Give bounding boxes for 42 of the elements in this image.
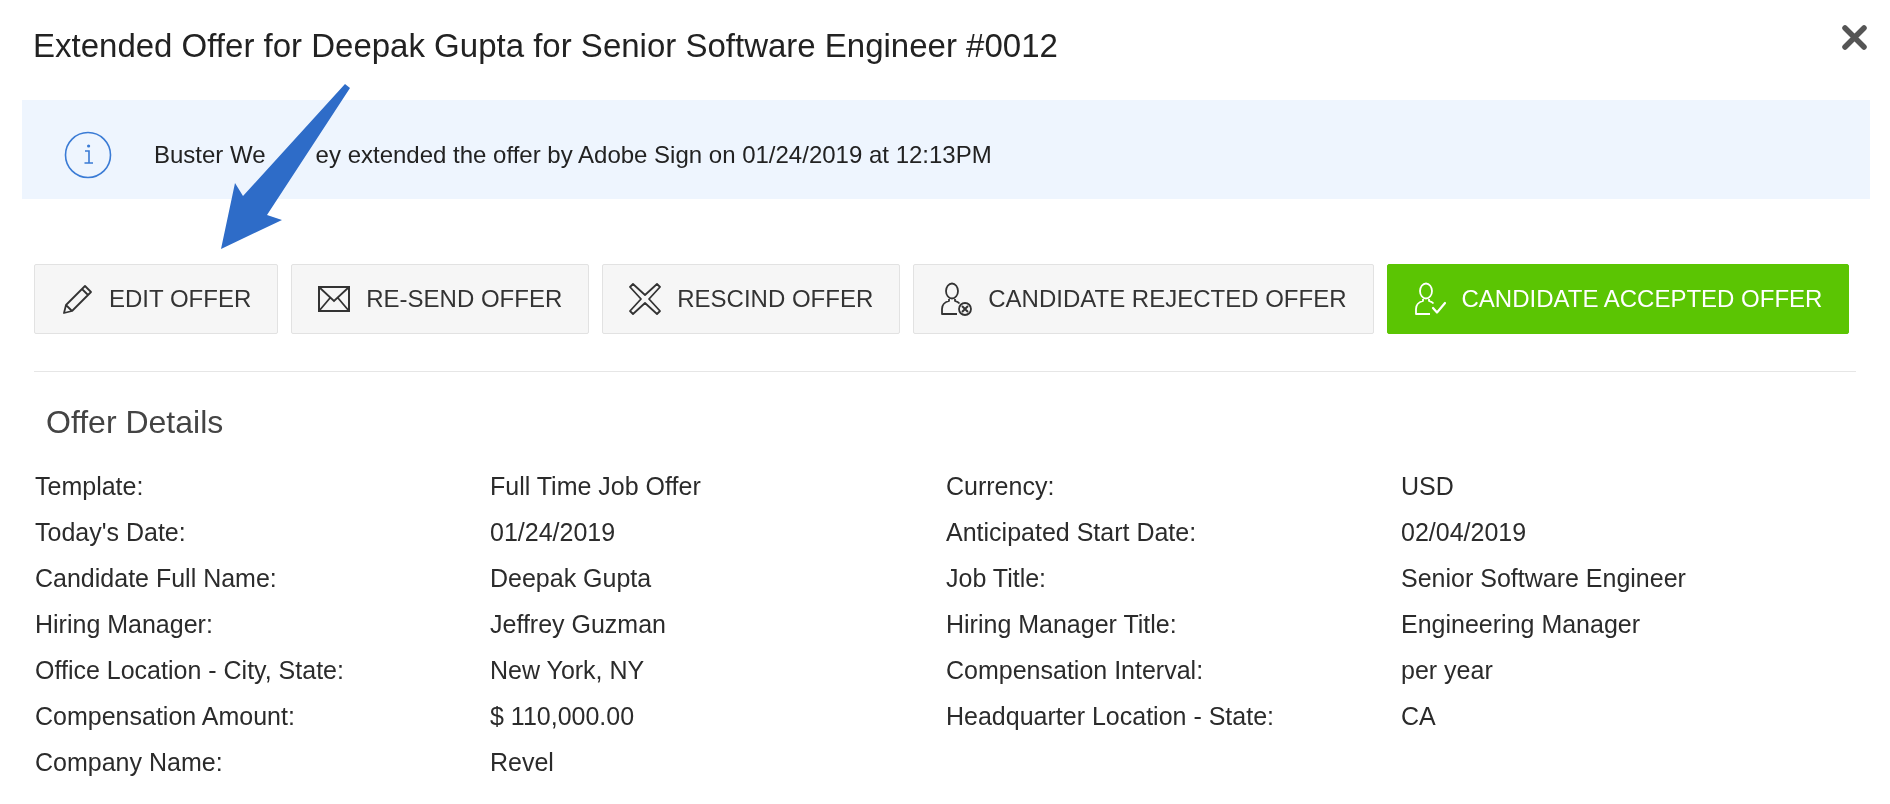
edit-offer-button[interactable]: EDIT OFFER: [34, 264, 279, 334]
notice-text: ey extended the offer by Adobe Sign on 01/24/2019 at 12:13PM: [315, 140, 992, 170]
field-value: Senior Software Engineer: [1401, 563, 1686, 593]
person-cross-icon: [940, 282, 973, 316]
field-value: Full Time Job Offer: [490, 471, 701, 501]
field-label: Hiring Manager:: [35, 609, 213, 639]
field-label: Currency:: [946, 471, 1055, 501]
field-label: Template:: [35, 471, 144, 501]
field-label: Today's Date:: [35, 517, 186, 547]
rejected-offer-button[interactable]: CANDIDATE REJECTED OFFER: [913, 264, 1374, 334]
envelope-icon: [318, 286, 351, 312]
field-value: $ 110,000.00: [490, 701, 635, 731]
field-value: Engineering Manager: [1401, 609, 1641, 639]
field-label: Headquarter Location - State:: [946, 701, 1274, 731]
field-value: Revel: [490, 747, 554, 777]
field-label: Compensation Interval:: [946, 655, 1204, 685]
close-icon: [1842, 25, 1867, 50]
field-value: per year: [1401, 655, 1493, 685]
notice-text: Buster We: [154, 140, 266, 170]
dialog-title: Extended Offer for Deepak Gupta for Senior Software Engineer #0012: [33, 26, 1058, 66]
field-value: New York, NY: [490, 655, 645, 685]
field-label: Job Title:: [946, 563, 1047, 593]
info-icon: [64, 131, 112, 179]
field-value: 02/04/2019: [1401, 517, 1527, 547]
field-label: Office Location - City, State:: [35, 655, 344, 685]
field-value: 01/24/2019: [490, 517, 616, 547]
field-value: USD: [1401, 471, 1454, 501]
field-label: Anticipated Start Date:: [946, 517, 1197, 547]
field-label: Compensation Amount:: [35, 701, 295, 731]
field-label: Company Name:: [35, 747, 223, 777]
person-check-icon: [1413, 282, 1446, 316]
field-label: Candidate Full Name:: [35, 563, 277, 593]
rescind-offer-button[interactable]: RESCIND OFFER: [602, 264, 901, 334]
resend-offer-button[interactable]: RE-SEND OFFER: [291, 264, 590, 334]
pencil-icon: [61, 282, 93, 316]
section-title: Offer Details: [46, 403, 224, 441]
field-value: Jeffrey Guzman: [490, 609, 666, 639]
cross-icon: [629, 282, 662, 316]
field-label: Hiring Manager Title:: [946, 609, 1177, 639]
field-value: CA: [1401, 701, 1436, 731]
field-value: Deepak Gupta: [490, 563, 652, 593]
close-button[interactable]: [1842, 25, 1867, 50]
